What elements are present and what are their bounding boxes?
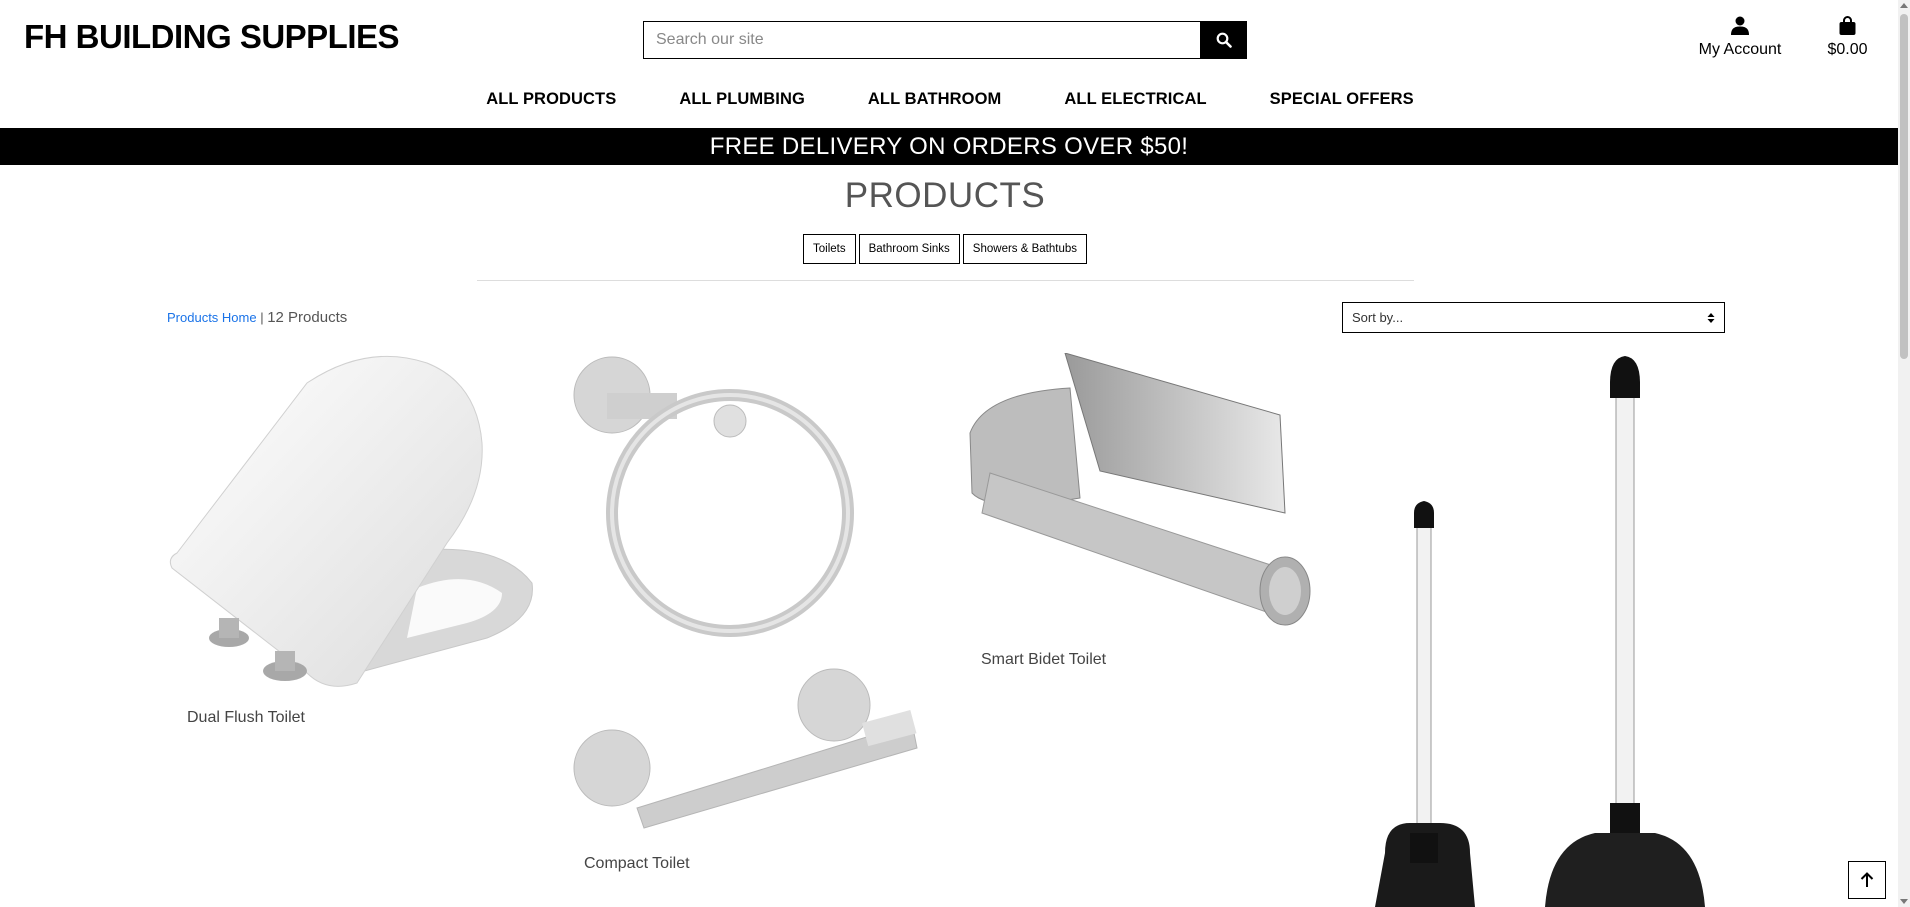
product-count: 12 Products: [267, 309, 348, 326]
breadcrumb-separator: |: [256, 310, 268, 325]
my-account-link[interactable]: My Account: [1690, 16, 1790, 59]
search-button[interactable]: [1200, 21, 1247, 59]
nav-all-plumbing[interactable]: ALL PLUMBING: [679, 90, 805, 109]
nav-special-offers[interactable]: SPECIAL OFFERS: [1270, 90, 1414, 109]
search-bar: [643, 21, 1247, 59]
product-image-plungers[interactable]: [1365, 353, 1735, 907]
breadcrumb: Products Home | 12 Products: [167, 309, 347, 326]
user-icon: [1731, 16, 1749, 35]
delivery-banner: FREE DELIVERY ON ORDERS OVER $50!: [0, 128, 1898, 165]
site-logo[interactable]: FH BUILDING SUPPLIES: [24, 18, 400, 56]
scroll-down-arrow-icon[interactable]: [1900, 899, 1908, 904]
scroll-thumb[interactable]: [1900, 14, 1908, 359]
category-filters: Toilets Bathroom Sinks Showers & Bathtub…: [0, 234, 1890, 264]
sort-arrows-icon: [1707, 312, 1715, 323]
my-account-label: My Account: [1698, 41, 1782, 58]
cart-link[interactable]: $0.00: [1815, 16, 1880, 59]
search-icon: [1216, 32, 1232, 48]
page-title: PRODUCTS: [844, 176, 1046, 215]
sort-select[interactable]: Sort by...: [1342, 302, 1725, 333]
scroll-up-arrow-icon[interactable]: [1900, 3, 1908, 8]
product-image-toilet-seat[interactable]: [167, 353, 537, 688]
delivery-banner-text: FREE DELIVERY ON ORDERS OVER $50!: [709, 132, 1189, 160]
nav-all-products[interactable]: ALL PRODUCTS: [486, 90, 616, 109]
product-name[interactable]: Dual Flush Toilet: [187, 709, 305, 727]
product-name[interactable]: Compact Toilet: [584, 855, 690, 873]
page-scrollbar[interactable]: [1898, 0, 1910, 907]
nav-all-electrical[interactable]: ALL ELECTRICAL: [1064, 90, 1206, 109]
product-image-towel-ring[interactable]: [562, 353, 932, 833]
category-bathroom-sinks-button[interactable]: Bathroom Sinks: [858, 234, 960, 264]
product-image-paper-holder[interactable]: [960, 353, 1330, 638]
main-nav: ALL PRODUCTS ALL PLUMBING ALL BATHROOM A…: [0, 90, 1900, 109]
products-home-link[interactable]: Products Home: [167, 310, 257, 325]
search-input[interactable]: [643, 21, 1200, 59]
arrow-up-icon: [1860, 872, 1874, 887]
divider: [477, 280, 1414, 281]
shopping-bag-icon: [1839, 16, 1856, 35]
category-showers-bathtubs-button[interactable]: Showers & Bathtubs: [962, 234, 1087, 264]
sort-select-value: Sort by...: [1352, 310, 1404, 325]
category-toilets-button[interactable]: Toilets: [803, 234, 856, 264]
back-to-top-button[interactable]: [1848, 861, 1886, 899]
product-name[interactable]: Smart Bidet Toilet: [981, 651, 1106, 669]
nav-all-bathroom[interactable]: ALL BATHROOM: [868, 90, 1002, 109]
cart-total: $0.00: [1827, 41, 1868, 58]
